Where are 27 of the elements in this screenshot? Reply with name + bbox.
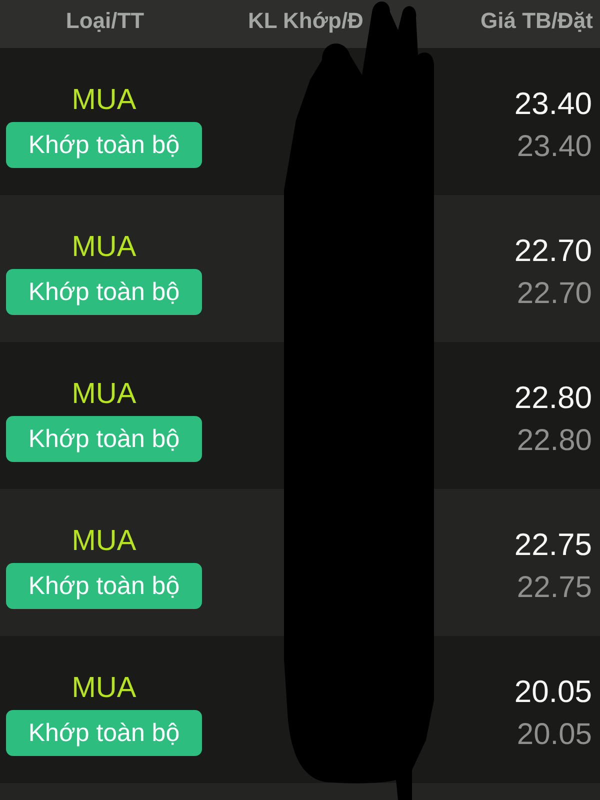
- order-side: MUA: [72, 525, 136, 557]
- order-price: 20.05: [516, 717, 592, 753]
- average-price: 22.75: [514, 526, 592, 564]
- average-price: 20.05: [514, 673, 592, 711]
- order-type-cell[interactable]: MUA Khớp toàn bộ: [0, 195, 284, 342]
- average-price: 22.70: [514, 232, 592, 270]
- price-cell[interactable]: 22.75 22.75: [434, 489, 600, 636]
- order-side: MUA: [72, 378, 136, 410]
- column-header: Giá TB/Đặt: [480, 8, 593, 34]
- average-price: 23.40: [514, 85, 592, 123]
- order-side: MUA: [72, 672, 136, 704]
- order-price: 22.75: [516, 570, 592, 606]
- order-side: MUA: [72, 84, 136, 116]
- status-badge: Khớp toàn bộ: [6, 122, 202, 168]
- status-badge: Khớp toàn bộ: [6, 269, 202, 315]
- average-price: 22.80: [514, 379, 592, 417]
- column-header: KL Khớp/Đ: [248, 8, 364, 34]
- order-type-cell[interactable]: MUA Khớp toàn bộ: [0, 489, 284, 636]
- status-badge: Khớp toàn bộ: [6, 416, 202, 462]
- price-cell[interactable]: 22.70 22.70: [434, 195, 600, 342]
- order-price: 22.70: [516, 276, 592, 312]
- status-badge: Khớp toàn bộ: [6, 710, 202, 756]
- status-badge: Khớp toàn bộ: [6, 563, 202, 609]
- order-price: 23.40: [516, 129, 592, 165]
- order-price: 22.80: [516, 423, 592, 459]
- column-header: Loại/TT: [66, 8, 144, 34]
- order-side: MUA: [72, 231, 136, 263]
